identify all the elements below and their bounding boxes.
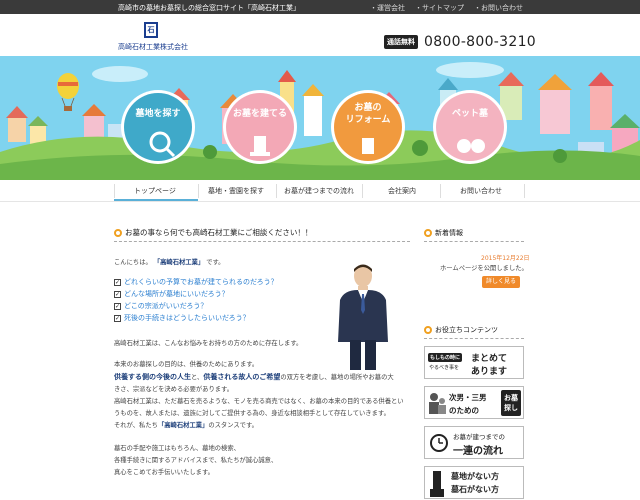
hero-button-label-4: ペット墓 — [452, 107, 489, 119]
banner1-line2: あります — [471, 367, 508, 377]
banner1-tag: もしもの時に — [428, 353, 463, 362]
contents-heading: お役立ちコンテンツ — [424, 323, 524, 339]
logo-mark-icon: 石 — [144, 22, 158, 38]
hero-illustration: 墓地を探す お墓を建てる お墓の リフォーム ペット墓 — [0, 56, 640, 180]
p3-mid: と、 — [191, 374, 204, 381]
nav-separator — [114, 184, 115, 198]
banner2-line1: 次男・三男 — [449, 393, 487, 402]
banner-flow[interactable]: お墓が建つまでの 一連の流れ — [424, 426, 524, 459]
top-bar: 高崎市の墓地お墓探しの総合窓口サイト「高崎石材工業」 ・運営会社 ・サイトマップ… — [0, 0, 640, 14]
paragraph-9: 各種手続きに関するアドバイスまで、私たちが誠心誠意、 — [114, 457, 278, 464]
top-link-sitemap[interactable]: ・サイトマップ — [415, 3, 464, 13]
contents-heading-text: お役立ちコンテンツ — [435, 326, 498, 334]
clock-icon — [430, 434, 448, 452]
toll-free-badge: 通話無料 — [384, 35, 418, 49]
main-heading: お墓の事なら何でも高崎石材工業にご相談ください！！ — [114, 226, 410, 242]
site-logo[interactable]: 石 高崎石材工業株式会社 — [118, 22, 188, 51]
paragraph-3: 供養する側の今後の人生と、供養される故人のご希望の双方を考慮し、墓地の場所やお墓… — [114, 373, 410, 382]
nav-separator — [198, 184, 199, 198]
checkbox-icon: ✓ — [114, 302, 121, 310]
greeting-post: です。 — [206, 259, 225, 266]
nav-top[interactable]: トップページ — [134, 186, 176, 196]
phone-number[interactable]: 0800-800-3210 — [424, 34, 536, 50]
banner2-line2: のための — [449, 406, 479, 415]
hero-button-label-1: 墓地を探す — [134, 107, 180, 119]
hero-button-label-3a: お墓の — [354, 101, 381, 113]
banner3-line2: 一連の流れ — [453, 446, 503, 457]
question-text: どこの宗派がいいだろう？ — [124, 302, 208, 310]
site-header: 石 高崎石材工業株式会社 通話無料 0800-800-3210 — [0, 14, 640, 56]
heading-ring-icon — [424, 229, 432, 237]
heading-ring-icon — [424, 326, 432, 334]
gravestone-icon — [430, 471, 444, 497]
banner4-line1: 墓地がない方 — [451, 472, 499, 481]
main-heading-text: お墓の事なら何でも高崎石材工業にご相談ください！！ — [125, 228, 313, 237]
nav-separator — [362, 184, 363, 198]
hero-button-label-3b: リフォーム — [346, 114, 391, 125]
nav-separator — [440, 184, 441, 198]
site-tagline: 高崎市の墓地お墓探しの総合窓口サイト「高崎石材工業」 — [118, 4, 300, 12]
banner1-line1: まとめて — [471, 354, 508, 364]
p7-company: 「高崎石材工業」 — [157, 422, 209, 429]
nav-company[interactable]: 会社案内 — [388, 186, 416, 196]
top-link-company[interactable]: ・運営会社 — [370, 3, 405, 13]
heading-ring-icon — [114, 229, 122, 237]
banner-no-grave[interactable]: 墓地がない方 墓石がない方 — [424, 466, 524, 499]
paragraph-8: 墓石の手配や施工はもちろん、墓地の検索、 — [114, 445, 240, 452]
hero-button-pet-grave[interactable] — [433, 90, 507, 164]
top-links: ・運営会社 ・サイトマップ ・お問い合わせ — [370, 3, 523, 13]
people-icon — [429, 393, 446, 414]
sidebar: 新着情報 2015年12月22日 ホームページを公開しました。 詳しく見る お役… — [424, 226, 530, 499]
banner1-tag2: やるべき事を — [429, 365, 460, 371]
news-date: 2015年12月22日 — [481, 255, 530, 262]
hero-button-label-2: お墓を建てる — [233, 107, 287, 119]
checkbox-icon: ✓ — [114, 278, 121, 286]
p3-end: の双方を考慮し、墓地の場所やお墓の大 — [280, 374, 394, 381]
hero-banner: 墓地を探す お墓を建てる お墓の リフォーム ペット墓 — [0, 56, 640, 180]
banner4-line2: 墓石がない方 — [451, 485, 499, 494]
p3-emph-1: 供養する側の今後の人生 — [114, 373, 191, 381]
global-nav: トップページ 墓地・霊園を探す お墓が建つまでの流れ 会社案内 お問い合わせ — [0, 180, 640, 202]
top-link-contact[interactable]: ・お問い合わせ — [474, 3, 523, 13]
phone-contact[interactable]: 通話無料 0800-800-3210 — [384, 34, 536, 50]
greeting-pre: こんにちは。 — [114, 259, 152, 266]
banner-checklist[interactable]: もしもの時に やるべき事を まとめて あります — [424, 346, 524, 379]
p7-post: のスタンスです。 — [208, 422, 258, 429]
checkbox-icon: ✓ — [114, 290, 121, 298]
question-text: どれくらいの予算でお墓が建てられるのだろう？ — [124, 278, 278, 286]
nav-separator — [276, 184, 277, 198]
staff-photo — [334, 262, 392, 372]
paragraph-10: 真心をこめてお手伝いいたします。 — [114, 469, 214, 476]
news-more-button[interactable]: 詳しく見る — [482, 276, 520, 288]
hero-button-grave-reform[interactable] — [331, 90, 405, 164]
question-text: どんな場所が墓地にいいだろう？ — [124, 290, 229, 298]
hero-button-build-grave[interactable] — [223, 90, 297, 164]
p7-pre: それが、私たち — [114, 422, 158, 429]
banner2-box: お墓 探し — [501, 390, 521, 416]
banner3-line1: お墓が建つまでの — [453, 433, 505, 441]
news-text[interactable]: ホームページを公開しました。 — [440, 263, 528, 272]
banner-second-son[interactable]: 次男・三男 のための お墓 探し — [424, 386, 524, 419]
nav-contact[interactable]: お問い合わせ — [460, 186, 502, 196]
hero-button-find-cemetery[interactable] — [121, 90, 195, 164]
checkbox-icon: ✓ — [114, 314, 121, 322]
paragraph-4: きさ、宗派などを決める必要があります。 — [114, 386, 234, 393]
paragraph-5: 高崎石材工業は、ただ墓石を売るような、モノを売る商売ではなく、お墓の本来の目的で… — [114, 398, 404, 405]
logo-company-name: 高崎石材工業株式会社 — [118, 43, 188, 51]
news-heading: 新着情報 — [424, 226, 524, 242]
nav-separator — [524, 184, 525, 198]
question-text: 死後の手続きはどうしたらいいだろう？ — [124, 314, 250, 322]
nav-active-indicator — [114, 199, 198, 201]
paragraph-6: うものを、故人または、遺族に対してご提供する為の、身近な相談相手として存在してい… — [114, 410, 390, 417]
p3-emph-2: 供養される故人のご希望 — [203, 373, 281, 381]
paragraph-7: それが、私たち「高崎石材工業」のスタンスです。 — [114, 421, 410, 430]
news-heading-text: 新着情報 — [435, 229, 463, 237]
nav-flow[interactable]: お墓が建つまでの流れ — [284, 186, 354, 196]
greeting-company: 「高崎石材工業」 — [153, 259, 205, 266]
nav-find-cemetery[interactable]: 墓地・霊園を探す — [208, 186, 264, 196]
